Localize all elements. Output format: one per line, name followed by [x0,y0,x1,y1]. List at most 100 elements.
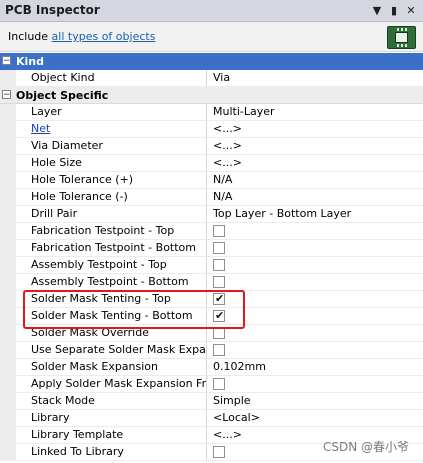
property-name: Hole Tolerance (+) [16,172,207,189]
property-row-via-diameter[interactable]: Via Diameter <...> [0,138,423,155]
property-value[interactable]: N/A [207,189,423,206]
checkbox[interactable] [213,276,225,288]
category-label: Kind [16,55,44,68]
category-kind[interactable]: − Kind [0,53,423,70]
category-label: Object Specific [16,89,109,102]
close-icon[interactable]: ✕ [403,2,419,19]
property-name-text: Via Diameter [31,139,103,152]
property-name-text: Solder Mask Tenting - Top [31,292,171,305]
property-name: Use Separate Solder Mask Expan... [16,342,207,359]
property-row-solder-mask-expansion[interactable]: Solder Mask Expansion 0.102mm [0,359,423,376]
property-name: Stack Mode [16,393,207,410]
property-name: Drill Pair [16,206,207,223]
property-name-text: Solder Mask Expansion [31,360,159,373]
property-value-text: N/A [213,173,233,186]
pin-icon[interactable]: ▮ [386,2,402,19]
property-row-drill-pair[interactable]: Drill Pair Top Layer - Bottom Layer [0,206,423,223]
property-row-stack-mode[interactable]: Stack Mode Simple [0,393,423,410]
row-gutter [0,444,16,461]
panel-title: PCB Inspector [5,3,100,17]
property-grid: − Kind Object Kind Via − Object Specific … [0,53,423,461]
property-value[interactable]: <...> [207,155,423,172]
property-name-text: Solder Mask Tenting - Bottom [31,309,193,322]
property-value [207,376,423,393]
row-gutter [0,104,16,121]
checkbox[interactable] [213,242,225,254]
property-name: Apply Solder Mask Expansion Fr... [16,376,207,393]
net-link[interactable]: Net [31,122,50,135]
include-filter: Include all types of objects [8,30,155,43]
checkbox[interactable] [213,446,225,458]
property-value[interactable]: <...> [207,121,423,138]
property-name-text: Drill Pair [31,207,78,220]
property-row-object-kind[interactable]: Object Kind Via [0,70,423,87]
checkbox[interactable]: ✔ [213,292,225,305]
row-gutter [0,359,16,376]
property-value[interactable]: Top Layer - Bottom Layer [207,206,423,223]
property-name: Layer [16,104,207,121]
all-object-types-link[interactable]: all types of objects [52,30,156,43]
property-row-fabrication-testpoint-bottom[interactable]: Fabrication Testpoint - Bottom [0,240,423,257]
property-value[interactable]: <...> [207,138,423,155]
property-row-layer[interactable]: Layer Multi-Layer [0,104,423,121]
property-row-library[interactable]: Library <Local> [0,410,423,427]
property-name-text: Apply Solder Mask Expansion Fr... [31,377,207,390]
property-value-text: <Local> [213,411,260,424]
property-name-text: Hole Tolerance (-) [31,190,128,203]
category-object-specific[interactable]: − Object Specific [0,87,423,104]
property-value [207,325,423,342]
property-name-text: Hole Tolerance (+) [31,173,134,186]
property-row-hole-size[interactable]: Hole Size <...> [0,155,423,172]
property-row-solder-mask-tenting-top[interactable]: Solder Mask Tenting - Top ✔ [0,291,423,308]
row-gutter [0,223,16,240]
row-gutter [0,206,16,223]
property-value[interactable]: 0.102mm [207,359,423,376]
property-name-text: Fabrication Testpoint - Top [31,224,175,237]
checkbox[interactable]: ✔ [213,309,225,322]
property-name: Object Kind [16,70,207,87]
property-row-fabrication-testpoint-top[interactable]: Fabrication Testpoint - Top [0,223,423,240]
property-value[interactable]: Multi-Layer [207,104,423,121]
checkbox[interactable] [213,327,225,339]
checkbox[interactable] [213,259,225,271]
property-name: Via Diameter [16,138,207,155]
property-value [207,223,423,240]
pcb-chip-icon[interactable] [387,26,416,49]
checkbox[interactable] [213,378,225,390]
property-value[interactable]: <Local> [207,410,423,427]
collapse-toggle-icon[interactable]: − [2,90,11,100]
property-row-apply-solder-mask-expansion-fr[interactable]: Apply Solder Mask Expansion Fr... [0,376,423,393]
property-name: Solder Mask Override [16,325,207,342]
property-name-text: Hole Size [31,156,82,169]
collapse-toggle-icon[interactable]: − [2,56,11,66]
checkmark-icon: ✔ [215,292,225,305]
property-value[interactable]: Via [207,70,423,87]
dropdown-icon[interactable]: ▼ [369,2,385,19]
property-value [207,274,423,291]
checkbox[interactable] [213,225,225,237]
property-row-assembly-testpoint-top[interactable]: Assembly Testpoint - Top [0,257,423,274]
property-value[interactable]: Simple [207,393,423,410]
property-name-text: Use Separate Solder Mask Expan... [31,343,207,356]
property-row-hole-tolerance[interactable]: Hole Tolerance (+) N/A [0,172,423,189]
property-name: Net [16,121,207,138]
property-name: Hole Size [16,155,207,172]
property-value-text: N/A [213,190,233,203]
row-gutter [0,138,16,155]
property-name-text: Solder Mask Override [31,326,149,339]
property-name-text: Assembly Testpoint - Top [31,258,167,271]
property-value[interactable]: N/A [207,172,423,189]
property-row-use-separate-solder-mask-expan[interactable]: Use Separate Solder Mask Expan... [0,342,423,359]
watermark: CSDN @春小爷 [322,440,409,454]
property-name-text: Linked To Library [31,445,124,458]
property-value [207,257,423,274]
checkbox[interactable] [213,344,225,356]
property-row-solder-mask-override[interactable]: Solder Mask Override [0,325,423,342]
row-gutter [0,342,16,359]
property-value: ✔ [207,291,423,308]
property-row-assembly-testpoint-bottom[interactable]: Assembly Testpoint - Bottom [0,274,423,291]
property-row-net[interactable]: Net <...> [0,121,423,138]
property-row-hole-tolerance[interactable]: Hole Tolerance (-) N/A [0,189,423,206]
property-row-solder-mask-tenting-bottom[interactable]: Solder Mask Tenting - Bottom ✔ [0,308,423,325]
property-value-text: Simple [213,394,251,407]
